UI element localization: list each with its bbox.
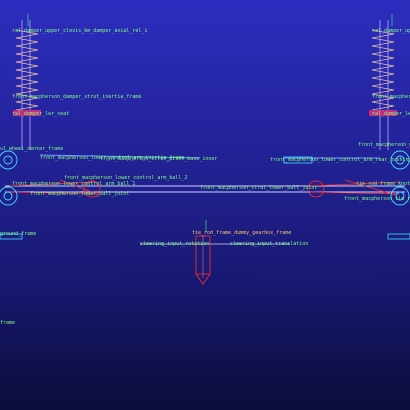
label-inertia-right: front_macpherson_strut [372,94,410,100]
left-damper-coil [13,20,41,150]
label-wheel-center-left: ul_wheel_center_frame [0,146,64,152]
label-inertia-left: front_macpherson_damper_strut_inertia_fr… [12,94,142,100]
3d-viewport[interactable]: ral_damper_upper_clevis_bm_damper_axial_… [0,0,410,410]
label-frame-far-right: front_macpherson_tie_rod [344,196,410,202]
label-ca-left-2: front_macpherson_lower_ball_joint [30,191,130,197]
label-damper-top-left: ral_damper_upper_clevis_bm_damper_axial_… [12,28,148,34]
label-lower-seat-left: ral_damper_lwr_seat [12,111,70,117]
label-left-edge-2: frame [0,320,16,326]
label-lower-ball-right: front_macpherson_strut_lower_ball_joint [200,185,318,191]
label-damper-top-right: ral_damper_upper_clev [372,28,410,34]
axis-triads [27,14,393,232]
label-steer-input-right: steering_input_translation [230,241,309,247]
label-wheel-center-right: front_macpherson_upr_ll [358,142,410,148]
label-left-edge-1: ground_frame [0,231,37,237]
right-damper-coil [369,20,397,150]
label-steer-frame: tie_rod_frame_dummy_gearbox_frame [192,230,292,236]
label-lower-seat-right: ral_damper_lwr_seat [372,111,410,117]
label-frame-right: tie_rod_frame_knot [356,181,410,187]
label-ca-left-1: front_macpherson_lower_control_arm_ball_… [12,181,136,187]
suspension-model [0,14,410,285]
label-steer-input-left: steering_input_rotation [140,241,210,247]
label-strut-inner: front_macpherson_strut_pivot_base_inner [100,156,218,162]
label-ca-right: front_macpherson_lower_control_arm_rear_… [270,157,410,163]
